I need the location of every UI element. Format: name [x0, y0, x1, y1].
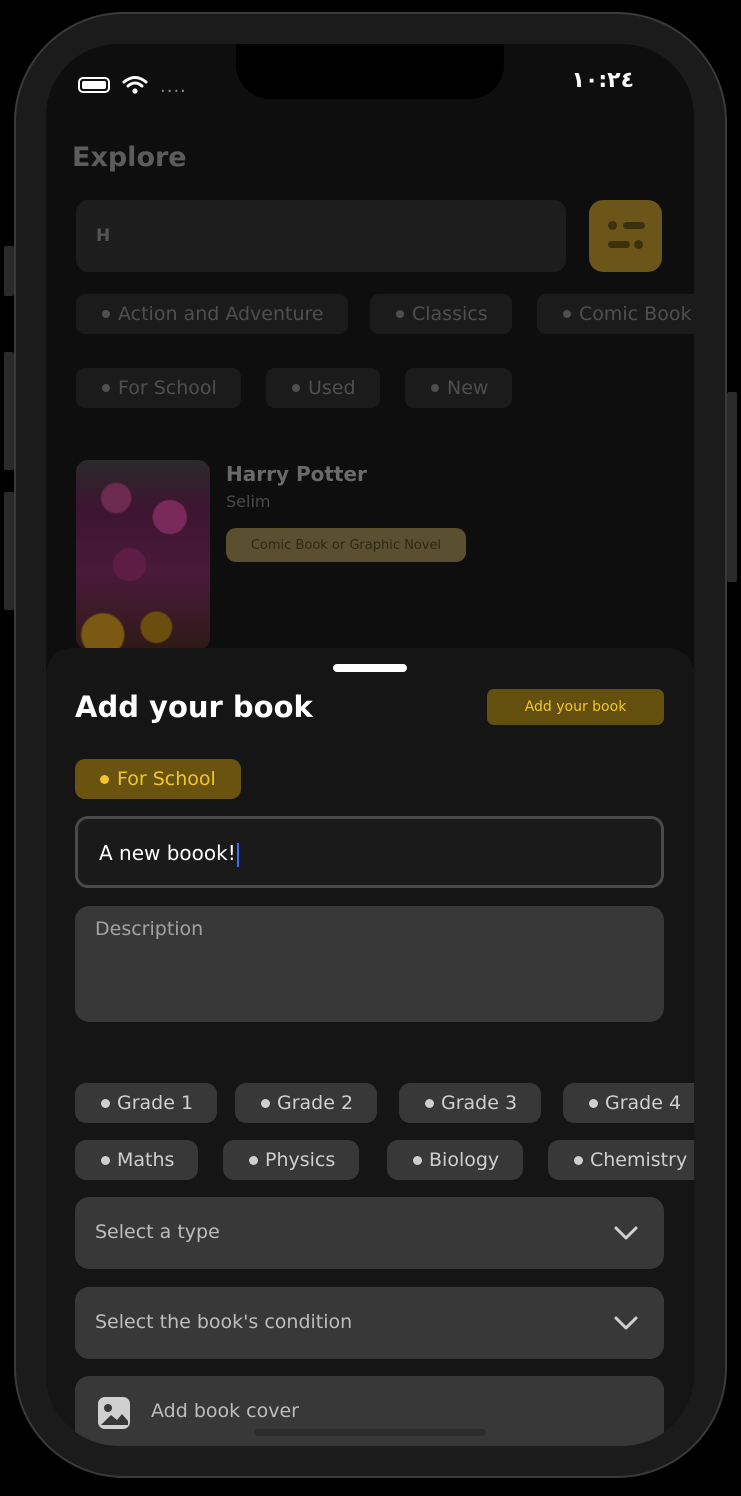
screen: Explore H Action and Adventure Classics …	[46, 44, 694, 1446]
battery-icon	[78, 77, 110, 93]
book-title-value: A new boook!	[99, 841, 239, 867]
mute-switch	[4, 246, 14, 296]
category-chip[interactable]: New	[405, 368, 512, 408]
subject-chip[interactable]: Biology	[387, 1140, 523, 1180]
status-bar-left: ....	[78, 72, 187, 97]
book-title[interactable]: Harry Potter	[226, 462, 367, 486]
book-category-badge: Comic Book or Graphic Novel	[226, 528, 466, 562]
image-icon	[97, 1396, 131, 1430]
chevron-down-icon	[612, 1309, 640, 1337]
add-book-sheet: Add your book Add your book For School A…	[46, 648, 694, 1446]
category-chip[interactable]: For School	[76, 368, 241, 408]
condition-select-placeholder: Select the book's condition	[95, 1311, 352, 1333]
grade-chip[interactable]: Grade 4	[563, 1083, 694, 1123]
subject-chip[interactable]: Maths	[75, 1140, 198, 1180]
text-caret	[237, 843, 239, 867]
filter-button[interactable]	[589, 200, 662, 272]
description-field[interactable]: Description	[75, 906, 664, 1022]
sheet-title: Add your book	[75, 690, 313, 724]
book-cover-image[interactable]	[76, 460, 210, 650]
grade-chip[interactable]: Grade 1	[75, 1083, 217, 1123]
volume-up-button	[4, 352, 14, 470]
signal-dots: ....	[160, 76, 187, 97]
grade-chip[interactable]: Grade 2	[235, 1083, 377, 1123]
power-button	[727, 392, 737, 582]
search-value: H	[96, 226, 110, 246]
page-title: Explore	[72, 142, 187, 173]
condition-select[interactable]: Select the book's condition	[75, 1287, 664, 1359]
add-book-button[interactable]: Add your book	[487, 689, 664, 725]
subject-chip[interactable]: Physics	[223, 1140, 359, 1180]
sheet-grabber[interactable]	[333, 664, 407, 672]
notch	[236, 44, 504, 99]
category-chip[interactable]: Classics	[370, 294, 512, 334]
description-placeholder: Description	[95, 918, 203, 940]
book-author: Selim	[226, 492, 270, 511]
filter-icon	[608, 221, 617, 230]
status-time: ١٠:٢٤	[571, 68, 634, 93]
chevron-down-icon	[612, 1219, 640, 1247]
book-title-input[interactable]: A new boook!	[75, 816, 664, 888]
grade-chip[interactable]: Grade 3	[399, 1083, 541, 1123]
search-input[interactable]: H	[76, 200, 566, 272]
add-book-cover-label: Add book cover	[151, 1400, 299, 1422]
category-chip[interactable]: Action and Adventure	[76, 294, 348, 334]
category-chip[interactable]: Comic Book or Graphic Novel	[537, 294, 694, 334]
selected-category-chip[interactable]: For School	[75, 759, 241, 799]
home-indicator[interactable]	[254, 1429, 486, 1436]
category-chip[interactable]: Used	[266, 368, 380, 408]
type-select[interactable]: Select a type	[75, 1197, 664, 1269]
subject-chip[interactable]: Chemistry	[548, 1140, 694, 1180]
volume-down-button	[4, 492, 14, 610]
type-select-placeholder: Select a type	[95, 1221, 220, 1243]
wifi-icon	[122, 75, 148, 95]
